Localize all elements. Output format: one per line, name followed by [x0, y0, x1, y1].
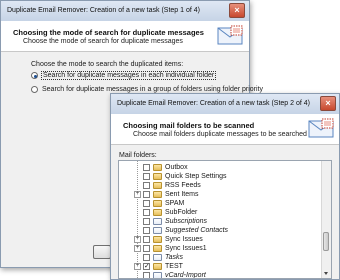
folder-row[interactable]: + Sync Issues1 [119, 244, 319, 253]
option-folder-group-label[interactable]: Search for duplicate messages in a group… [42, 86, 263, 93]
folder-label[interactable]: vCard-Import [165, 272, 206, 278]
folder-label[interactable]: Sync Issues1 [165, 245, 207, 252]
folder-icon [153, 236, 162, 243]
checkbox-icon[interactable] [143, 182, 150, 189]
folder-label[interactable]: Sent Items [165, 191, 198, 198]
folder-label[interactable]: Subscriptions [165, 218, 207, 225]
option-folder-group[interactable]: Search for duplicate messages in a group… [31, 86, 263, 93]
close-icon: × [234, 5, 240, 15]
folder-row[interactable]: Outbox [119, 163, 319, 172]
folder-label[interactable]: RSS Feeds [165, 182, 201, 189]
folder-label[interactable]: Outbox [165, 164, 188, 171]
step1-header: Choosing the mode of search for duplicat… [1, 21, 249, 52]
folder-label[interactable]: Suggested Contacts [165, 227, 228, 234]
folder-icon [153, 272, 162, 278]
mail-folders-label: Mail folders: [119, 152, 157, 159]
checkbox-icon[interactable] [143, 200, 150, 207]
close-icon: × [325, 98, 331, 108]
checkbox-icon[interactable] [143, 173, 150, 180]
folder-icon [153, 263, 162, 270]
checkbox-icon[interactable] [143, 254, 150, 261]
folder-row[interactable]: RSS Feeds [119, 181, 319, 190]
email-stamp-icon [217, 25, 243, 45]
folder-row[interactable]: SPAM [119, 199, 319, 208]
folder-icon [153, 191, 162, 198]
option-individual-folder-label[interactable]: Search for duplicate messages in each in… [40, 71, 217, 80]
folder-label[interactable]: Quick Step Settings [165, 173, 226, 180]
tree-scrollbar[interactable] [321, 161, 331, 278]
step1-title: Duplicate Email Remover: Creation of a n… [7, 7, 200, 14]
step1-back-button[interactable] [93, 245, 111, 259]
folder-label[interactable]: SPAM [165, 200, 184, 207]
folder-label[interactable]: Tasks [165, 254, 183, 261]
checkbox-icon[interactable] [143, 227, 150, 234]
mode-prompt: Choose the mode to search the duplicated… [31, 61, 184, 68]
plus-expander-icon[interactable]: + [134, 245, 141, 252]
folder-row[interactable]: Subscriptions [119, 217, 319, 226]
folder-row[interactable]: Tasks [119, 253, 319, 262]
checkbox-icon[interactable] [143, 218, 150, 225]
checkbox-icon[interactable] [143, 245, 150, 252]
option-individual-folder[interactable]: Search for duplicate messages in each in… [31, 71, 217, 80]
folder-row[interactable]: SubFolder [119, 208, 319, 217]
checkbox-icon[interactable] [143, 164, 150, 171]
step2-header-subtitle: Choose mail folders duplicate messages t… [133, 131, 325, 138]
folder-icon [153, 209, 162, 216]
folder-icon [153, 245, 162, 252]
folder-icon [153, 200, 162, 207]
folder-icon [153, 254, 162, 261]
radio-folder-group[interactable] [31, 86, 38, 93]
checkbox-icon[interactable] [143, 272, 150, 278]
scroll-down-arrow-icon[interactable] [324, 272, 328, 275]
tree-scrollbar-thumb[interactable] [323, 232, 329, 252]
step2-close-button[interactable]: × [320, 96, 336, 111]
folder-icon [153, 173, 162, 180]
checkbox-icon[interactable]: ✓ [143, 263, 150, 270]
step1-close-button[interactable]: × [229, 3, 245, 18]
mail-folders-tree[interactable]: Outbox Quick Step Settings RSS Feeds + Sent … [118, 160, 332, 279]
folder-row[interactable]: vCard-Import [119, 271, 319, 278]
step2-dialog: Duplicate Email Remover: Creation of a n… [110, 93, 340, 280]
folder-icon [153, 227, 162, 234]
folder-row[interactable]: + ✓ TEST [119, 262, 319, 271]
radio-individual-folder[interactable] [31, 72, 38, 79]
checkbox-icon[interactable] [143, 236, 150, 243]
folder-row[interactable]: Quick Step Settings [119, 172, 319, 181]
email-stamp-icon [308, 118, 334, 138]
folder-row[interactable]: + Sent Items [119, 190, 319, 199]
step1-header-subtitle: Choose the mode of search for duplicate … [23, 38, 183, 45]
folder-row[interactable]: + Sync Issues [119, 235, 319, 244]
folder-label[interactable]: TEST [165, 263, 183, 270]
folder-row[interactable]: Suggested Contacts [119, 226, 319, 235]
folder-label[interactable]: Sync Issues [165, 236, 203, 243]
folder-icon [153, 164, 162, 171]
folder-icon [153, 182, 162, 189]
step2-header-title: Choosing mail folders to be scanned [123, 121, 255, 130]
plus-expander-icon[interactable]: + [134, 263, 141, 270]
step2-header: Choosing mail folders to be scanned Choo… [111, 114, 339, 145]
folder-label[interactable]: SubFolder [165, 209, 197, 216]
step1-header-title: Choosing the mode of search for duplicat… [13, 28, 204, 37]
plus-expander-icon[interactable]: + [134, 236, 141, 243]
plus-expander-icon[interactable]: + [134, 191, 141, 198]
checkbox-icon[interactable] [143, 209, 150, 216]
folder-icon [153, 218, 162, 225]
step1-titlebar[interactable]: Duplicate Email Remover: Creation of a n… [1, 1, 249, 22]
step2-titlebar[interactable]: Duplicate Email Remover: Creation of a n… [111, 94, 339, 115]
step2-title: Duplicate Email Remover: Creation of a n… [117, 100, 310, 107]
checkbox-icon[interactable] [143, 191, 150, 198]
